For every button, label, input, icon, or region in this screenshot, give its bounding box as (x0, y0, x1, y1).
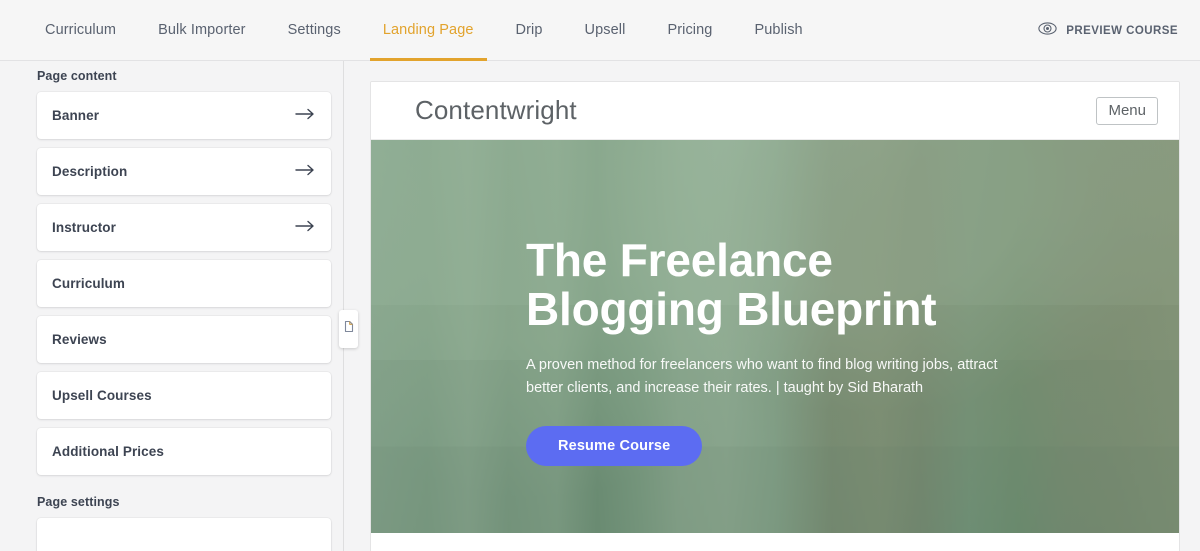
page-content-heading: Page content (37, 69, 117, 83)
sidebar-item-curriculum[interactable]: Curriculum (37, 260, 331, 307)
tab-curriculum[interactable]: Curriculum (24, 0, 137, 61)
pane-resize-handle[interactable] (339, 310, 358, 348)
sidebar-item-label: Reviews (52, 332, 107, 347)
menu-button[interactable]: Menu (1096, 96, 1158, 125)
sidebar-item-description[interactable]: Description (37, 148, 331, 195)
tab-landing-page[interactable]: Landing Page (362, 0, 495, 61)
sidebar-item-label: Upsell Courses (52, 388, 152, 403)
preview-course-button[interactable]: PREVIEW COURSE (1038, 0, 1178, 61)
tab-drip[interactable]: Drip (495, 0, 564, 61)
top-navigation-bar: Curriculum Bulk Importer Settings Landin… (0, 0, 1200, 61)
eye-icon (1038, 21, 1057, 40)
site-preview-frame: Contentwright Menu The Freelance Bloggin… (370, 81, 1180, 551)
arrow-right-icon (295, 219, 315, 237)
landing-page-editor: Curriculum Bulk Importer Settings Landin… (0, 0, 1200, 551)
sidebar-item-label: Additional Prices (52, 444, 164, 459)
sidebar-item-additional-prices[interactable]: Additional Prices (37, 428, 331, 475)
tab-upsell[interactable]: Upsell (564, 0, 647, 61)
page-drag-icon (342, 319, 355, 339)
site-header: Contentwright Menu (371, 82, 1179, 140)
nav-tabs: Curriculum Bulk Importer Settings Landin… (24, 0, 824, 61)
arrow-right-icon (295, 163, 315, 181)
sidebar: Page content Banner Description Instruct… (0, 61, 344, 551)
sidebar-settings-card[interactable] (37, 518, 331, 551)
tab-settings[interactable]: Settings (267, 0, 362, 61)
hero-content: The Freelance Blogging Blueprint A prove… (526, 236, 1139, 466)
arrow-right-icon (295, 107, 315, 125)
preview-course-label: PREVIEW COURSE (1066, 24, 1178, 37)
landing-page-preview-pane: Contentwright Menu The Freelance Bloggin… (345, 61, 1200, 551)
hero-subtitle: A proven method for freelancers who want… (526, 356, 998, 396)
sidebar-item-label: Curriculum (52, 276, 126, 291)
page-settings-heading: Page settings (37, 495, 120, 509)
sidebar-item-upsell-courses[interactable]: Upsell Courses (37, 372, 331, 419)
sidebar-item-banner[interactable]: Banner (37, 92, 331, 139)
hero-title: The Freelance Blogging Blueprint (526, 234, 937, 335)
site-logo: Contentwright (415, 95, 577, 125)
tab-bulk-importer[interactable]: Bulk Importer (137, 0, 267, 61)
sidebar-item-label: Description (52, 164, 128, 179)
sidebar-item-instructor[interactable]: Instructor (37, 204, 331, 251)
sidebar-item-label: Banner (52, 108, 100, 123)
tab-publish[interactable]: Publish (733, 0, 823, 61)
resume-course-button[interactable]: Resume Course (526, 425, 703, 466)
sidebar-item-reviews[interactable]: Reviews (37, 316, 331, 363)
tab-pricing[interactable]: Pricing (646, 0, 733, 61)
hero-banner: The Freelance Blogging Blueprint A prove… (371, 140, 1179, 533)
sidebar-item-label: Instructor (52, 220, 117, 235)
